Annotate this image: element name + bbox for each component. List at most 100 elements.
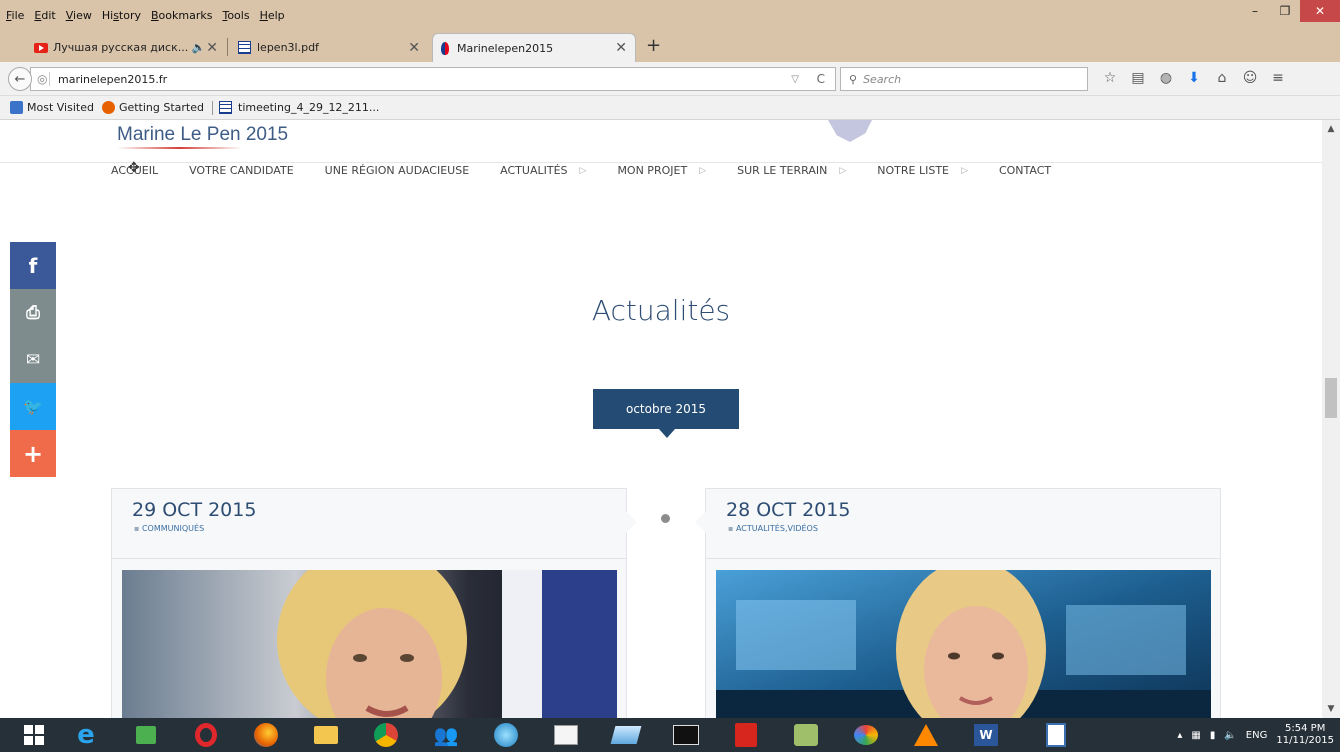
language-indicator[interactable]: ENG <box>1246 730 1268 741</box>
browser-chrome: File Edit View History Bookmarks Tools H… <box>0 0 1340 120</box>
history-dropdown-icon[interactable]: ▽ <box>791 74 799 85</box>
bookmarks-toolbar: Most Visited Getting Started timeeting_4… <box>0 96 1340 120</box>
page-title: Actualités <box>591 294 731 327</box>
home-icon[interactable]: ⌂ <box>1208 70 1236 86</box>
battery-icon[interactable]: ▮ <box>1210 730 1216 741</box>
clock[interactable]: 5:54 PM 11/11/2015 <box>1276 723 1334 747</box>
close-tab-icon[interactable]: ✕ <box>206 40 218 56</box>
word-icon[interactable]: W <box>966 721 1006 749</box>
firefox-taskbar-icon[interactable] <box>246 721 286 749</box>
restore-button[interactable]: ❐ <box>1270 0 1300 22</box>
email-share-button[interactable]: ✉ <box>10 336 56 383</box>
bookmark-timeeting[interactable]: timeeting_4_29_12_211... <box>219 101 379 114</box>
nav-item-sur-le-terrain[interactable]: SUR LE TERRAIN ▷ <box>737 164 846 177</box>
back-button[interactable]: ← <box>8 67 32 91</box>
menu-help[interactable]: Help <box>260 9 285 22</box>
youtube-icon <box>34 42 48 53</box>
site-logo[interactable]: Marine Le Pen 2015 <box>117 124 288 146</box>
spreadsheet-icon <box>219 101 232 114</box>
web-page: Marine Le Pen 2015 ACCUEIL VOTRE CANDIDA… <box>0 120 1340 718</box>
url-text: marinelepen2015.fr <box>58 72 168 86</box>
hamburger-menu-icon[interactable]: ≡ <box>1264 70 1292 86</box>
post-photo[interactable] <box>716 570 1211 718</box>
tab-marinelepen[interactable]: Marinelepen2015 ✕ <box>432 33 636 62</box>
scrollbar-thumb[interactable] <box>1325 378 1337 418</box>
window-controls: – ❐ ✕ <box>1240 0 1340 22</box>
nav-item-votre-candidate[interactable]: VOTRE CANDIDATE <box>189 164 294 177</box>
news-card[interactable]: 29 OCT 2015 COMMUNIQUÉS <box>111 488 637 718</box>
more-share-button[interactable]: + <box>10 430 56 477</box>
scanner-icon[interactable] <box>606 721 646 749</box>
submenu-arrow-icon: ▷ <box>579 165 587 176</box>
nav-item-une-region-audacieuse[interactable]: UNE RÉGION AUDACIEUSE <box>325 164 470 177</box>
nav-item-notre-liste[interactable]: NOTRE LISTE ▷ <box>877 164 968 177</box>
bookmark-star-icon[interactable]: ☆ <box>1096 70 1124 86</box>
menu-view[interactable]: View <box>66 9 92 22</box>
media-player-icon[interactable] <box>486 721 526 749</box>
bookmark-getting-started[interactable]: Getting Started <box>101 101 204 114</box>
tab-pdf[interactable]: lepen3l.pdf ✕ <box>230 33 428 62</box>
store-icon[interactable] <box>126 721 166 749</box>
search-input[interactable]: ⚲ Search <box>840 67 1088 91</box>
search-placeholder: Search <box>863 72 902 86</box>
menu-file[interactable]: File <box>6 9 24 22</box>
volume-icon[interactable]: 🔈 <box>1224 730 1236 741</box>
main-navigation: ACCUEIL VOTRE CANDIDATE UNE RÉGION AUDAC… <box>111 164 1082 177</box>
opera-icon[interactable] <box>186 721 226 749</box>
dictionary-icon[interactable] <box>546 721 586 749</box>
facebook-icon: f <box>28 253 38 278</box>
toolbar-icons: ☆ ▤ ◍ ⬇ ⌂ ☺ ≡ <box>1096 70 1292 86</box>
nav-item-contact[interactable]: CONTACT <box>999 164 1051 177</box>
menu-bookmarks[interactable]: Bookmarks <box>151 9 212 22</box>
network-icon[interactable]: ▦ <box>1191 730 1200 741</box>
nav-label: SUR LE TERRAIN <box>737 164 828 177</box>
twitter-share-button[interactable]: 🐦 <box>10 383 56 430</box>
tray-expand-icon[interactable]: ▴ <box>1177 730 1182 741</box>
acrobat-icon[interactable] <box>726 721 766 749</box>
reload-icon[interactable]: C <box>817 72 825 86</box>
start-button[interactable] <box>14 721 54 749</box>
people-icon[interactable]: 👥 <box>426 721 466 749</box>
nav-item-actualites[interactable]: ACTUALITÉS ▷ <box>500 164 586 177</box>
post-category[interactable]: ACTUALITÉS,VIDÉOS <box>728 524 1220 533</box>
menu-tools[interactable]: Tools <box>222 9 249 22</box>
news-card-header: 28 OCT 2015 ACTUALITÉS,VIDÉOS <box>706 489 1220 559</box>
download-icon[interactable]: ⬇ <box>1180 70 1208 86</box>
reading-list-icon[interactable]: ▤ <box>1124 70 1152 86</box>
new-tab-button[interactable]: + <box>646 35 661 56</box>
url-bar[interactable]: ◎ marinelepen2015.fr ▽ C <box>30 67 836 91</box>
post-photo[interactable] <box>122 570 617 718</box>
scroll-up-icon[interactable]: ▲ <box>1322 124 1340 134</box>
device-manager-icon[interactable] <box>786 721 826 749</box>
bookmark-most-visited[interactable]: Most Visited <box>10 101 94 114</box>
close-window-button[interactable]: ✕ <box>1300 0 1340 22</box>
vertical-scrollbar[interactable]: ▲ ▼ <box>1322 120 1340 718</box>
facebook-share-button[interactable]: f <box>10 242 56 289</box>
hello-chat-icon[interactable]: ☺ <box>1236 70 1264 86</box>
file-explorer-icon[interactable] <box>306 721 346 749</box>
menu-edit[interactable]: Edit <box>34 9 55 22</box>
command-prompt-icon[interactable] <box>666 721 706 749</box>
tab-label: lepen3l.pdf <box>257 41 319 54</box>
menu-history[interactable]: History <box>102 9 141 22</box>
tab-bar: Лучшая русская диск... 🔈 ✕ lepen3l.pdf ✕… <box>0 30 1340 62</box>
chrome-icon[interactable] <box>366 721 406 749</box>
vlc-icon[interactable] <box>906 721 946 749</box>
social-share-bar: f ⎙ ✉ 🐦 + <box>10 242 56 477</box>
nav-label: CONTACT <box>998 164 1052 177</box>
close-tab-icon[interactable]: ✕ <box>615 40 627 56</box>
close-tab-icon[interactable]: ✕ <box>408 40 420 56</box>
move-cursor-icon: ✥ <box>128 160 140 176</box>
post-category[interactable]: COMMUNIQUÉS <box>134 524 626 533</box>
clock-time: 5:54 PM <box>1285 723 1326 734</box>
minimize-button[interactable]: – <box>1240 0 1270 22</box>
paint-icon[interactable] <box>846 721 886 749</box>
notepad-icon[interactable] <box>1036 721 1076 749</box>
month-badge: octobre 2015 <box>593 389 739 438</box>
scroll-down-icon[interactable]: ▼ <box>1322 704 1340 714</box>
tab-youtube[interactable]: Лучшая русская диск... 🔈 ✕ <box>26 33 226 62</box>
news-card[interactable]: 28 OCT 2015 ACTUALITÉS,VIDÉOS <box>695 488 1221 718</box>
nav-item-mon-projet[interactable]: MON PROJET ▷ <box>617 164 706 177</box>
pocket-icon[interactable]: ◍ <box>1152 70 1180 86</box>
internet-explorer-icon[interactable]: e <box>66 720 106 750</box>
